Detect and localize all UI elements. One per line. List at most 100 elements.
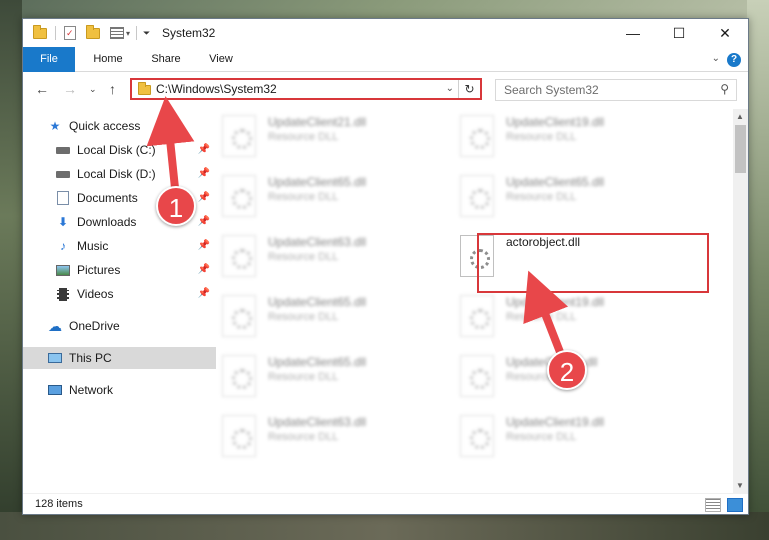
scrollbar-thumb[interactable]	[735, 125, 746, 173]
chevron-down-icon[interactable]: ▾	[126, 29, 130, 38]
file-item[interactable]: UpdateClient65.dll Resource DLL	[218, 349, 443, 405]
title-bar: ✓ ▾ ⏷ System32 — ☐ ✕	[23, 19, 748, 47]
file-item[interactable]: UpdateClient63.dll Resource DLL	[218, 229, 443, 285]
pin-icon[interactable]: 📌	[198, 168, 210, 179]
file-item[interactable]: UpdateClient19.dll Resource DLL	[456, 289, 681, 345]
file-item[interactable]: UpdateClient63.dll Resource DLL	[218, 409, 443, 465]
file-item[interactable]: UpdateClient19.dll Resource DLL	[456, 109, 681, 165]
file-name: UpdateClient65.dll	[268, 295, 367, 309]
dll-file-icon	[222, 175, 256, 217]
nav-item-label: Videos	[77, 287, 114, 301]
file-type: Resource DLL	[268, 371, 339, 383]
file-type: Resource DLL	[268, 251, 339, 263]
toolbar-separator	[136, 26, 138, 40]
dll-file-icon	[222, 235, 256, 277]
dll-file-icon	[222, 295, 256, 337]
nav-item-label: Local Disk (C:)	[77, 143, 156, 157]
navigation-row: ← → ⌄ ↑ C:\Windows\System32 ⌄ ↻ Search S…	[23, 73, 748, 107]
monitor-icon	[47, 351, 63, 365]
search-box[interactable]: Search System32 ⚲	[495, 79, 737, 101]
properties-icon[interactable]: ✓	[64, 26, 76, 40]
minimize-button[interactable]: —	[610, 19, 656, 47]
nav-item-this-pc[interactable]: This PC	[23, 347, 216, 369]
file-name: UpdateClient65.dll	[268, 175, 367, 189]
forward-arrow-icon[interactable]: →	[63, 81, 77, 97]
details-view-icon[interactable]	[705, 498, 721, 512]
search-placeholder[interactable]: Search System32	[504, 83, 599, 97]
file-name: UpdateClient19.dll	[506, 115, 605, 129]
music-note-icon: ♪	[60, 239, 66, 253]
dll-file-icon	[222, 115, 256, 157]
file-name: UpdateClient63.dll	[268, 415, 367, 429]
help-icon[interactable]: ?	[727, 53, 741, 67]
dll-file-icon	[222, 355, 256, 397]
file-item[interactable]: UpdateClient65.dll Resource DLL	[218, 169, 443, 225]
dll-file-icon	[460, 415, 494, 457]
address-path[interactable]: C:\Windows\System32	[156, 82, 277, 96]
desktop-background-left	[0, 0, 22, 540]
dll-file-icon	[460, 295, 494, 337]
close-button[interactable]: ✕	[702, 19, 748, 47]
file-type: Resource DLL	[506, 131, 577, 143]
documents-icon	[55, 191, 71, 205]
file-item[interactable]: UpdateClient65.dll Resource DLL	[456, 169, 681, 225]
file-name: UpdateClient19.dll	[506, 295, 605, 309]
dll-file-icon	[222, 415, 256, 457]
drive-icon	[55, 143, 71, 157]
nav-item-music[interactable]: ♪ Music 📌	[23, 235, 216, 257]
nav-item-label: Music	[77, 239, 109, 253]
tab-file[interactable]: File	[23, 47, 75, 72]
nav-item-label: Pictures	[77, 263, 121, 277]
new-folder-icon[interactable]	[86, 24, 100, 39]
pin-icon[interactable]: 📌	[198, 264, 210, 275]
file-item[interactable]: UpdateClient19.dll Resource DLL	[456, 409, 681, 465]
nav-item-pictures[interactable]: Pictures 📌	[23, 259, 216, 281]
address-bar[interactable]: C:\Windows\System32 ⌄ ↻	[130, 78, 482, 100]
vertical-scrollbar[interactable]: ▲ ▼	[733, 109, 748, 493]
navigation-pane: ★ Quick access Local Disk (C:) 📌 Local D…	[23, 109, 216, 493]
nav-item-local-disk-c[interactable]: Local Disk (C:) 📌	[23, 139, 216, 161]
recent-locations-icon[interactable]: ⌄	[89, 84, 97, 95]
file-type: Resource DLL	[268, 311, 339, 323]
highlight-box-file	[477, 233, 709, 293]
scroll-down-icon[interactable]: ▼	[736, 481, 744, 490]
back-arrow-icon[interactable]: ←	[35, 81, 49, 97]
maximize-button[interactable]: ☐	[656, 19, 702, 47]
refresh-icon[interactable]: ↻	[458, 80, 480, 98]
expand-ribbon-icon[interactable]: ⌄	[712, 53, 720, 64]
up-arrow-icon[interactable]: ↑	[109, 81, 116, 97]
file-item[interactable]: UpdateClient21.dll Resource DLL	[218, 109, 443, 165]
scroll-up-icon[interactable]: ▲	[736, 112, 744, 121]
large-icons-view-icon[interactable]	[727, 498, 743, 512]
customize-toolbar-icon[interactable]: ⏷	[143, 28, 150, 39]
desktop-background-right	[747, 0, 769, 540]
network-icon	[47, 383, 63, 397]
tab-home[interactable]: Home	[79, 47, 137, 72]
nav-item-videos[interactable]: Videos 📌	[23, 283, 216, 305]
pin-icon[interactable]: 📌	[198, 288, 210, 299]
nav-item-quick-access[interactable]: ★ Quick access	[23, 115, 216, 137]
search-icon[interactable]: ⚲	[720, 82, 729, 96]
nav-item-label: Documents	[77, 191, 138, 205]
file-name: UpdateClient65.dll	[506, 175, 605, 189]
nav-item-label: Local Disk (D:)	[77, 167, 156, 181]
nav-item-onedrive[interactable]: ☁ OneDrive	[23, 315, 216, 337]
pin-icon[interactable]: 📌	[198, 192, 210, 203]
step-badge-2: 2	[547, 350, 587, 390]
pin-icon[interactable]: 📌	[198, 144, 210, 155]
nav-item-local-disk-d[interactable]: Local Disk (D:) 📌	[23, 163, 216, 185]
chevron-down-icon[interactable]: ⌄	[446, 83, 454, 94]
tab-share[interactable]: Share	[137, 47, 195, 72]
pin-icon[interactable]: 📌	[198, 216, 210, 227]
file-item[interactable]: UpdateClient65.dll Resource DLL	[218, 289, 443, 345]
nav-item-network[interactable]: Network	[23, 379, 216, 401]
pin-icon[interactable]: 📌	[198, 240, 210, 251]
dll-file-icon	[460, 355, 494, 397]
customize-view-icon[interactable]	[110, 27, 124, 39]
dll-file-icon	[460, 115, 494, 157]
tab-view[interactable]: View	[195, 47, 247, 72]
nav-item-label: Network	[69, 383, 114, 397]
file-name: UpdateClient63.dll	[268, 235, 367, 249]
file-type: Resource DLL	[506, 191, 577, 203]
download-arrow-icon: ⬇	[57, 215, 69, 229]
